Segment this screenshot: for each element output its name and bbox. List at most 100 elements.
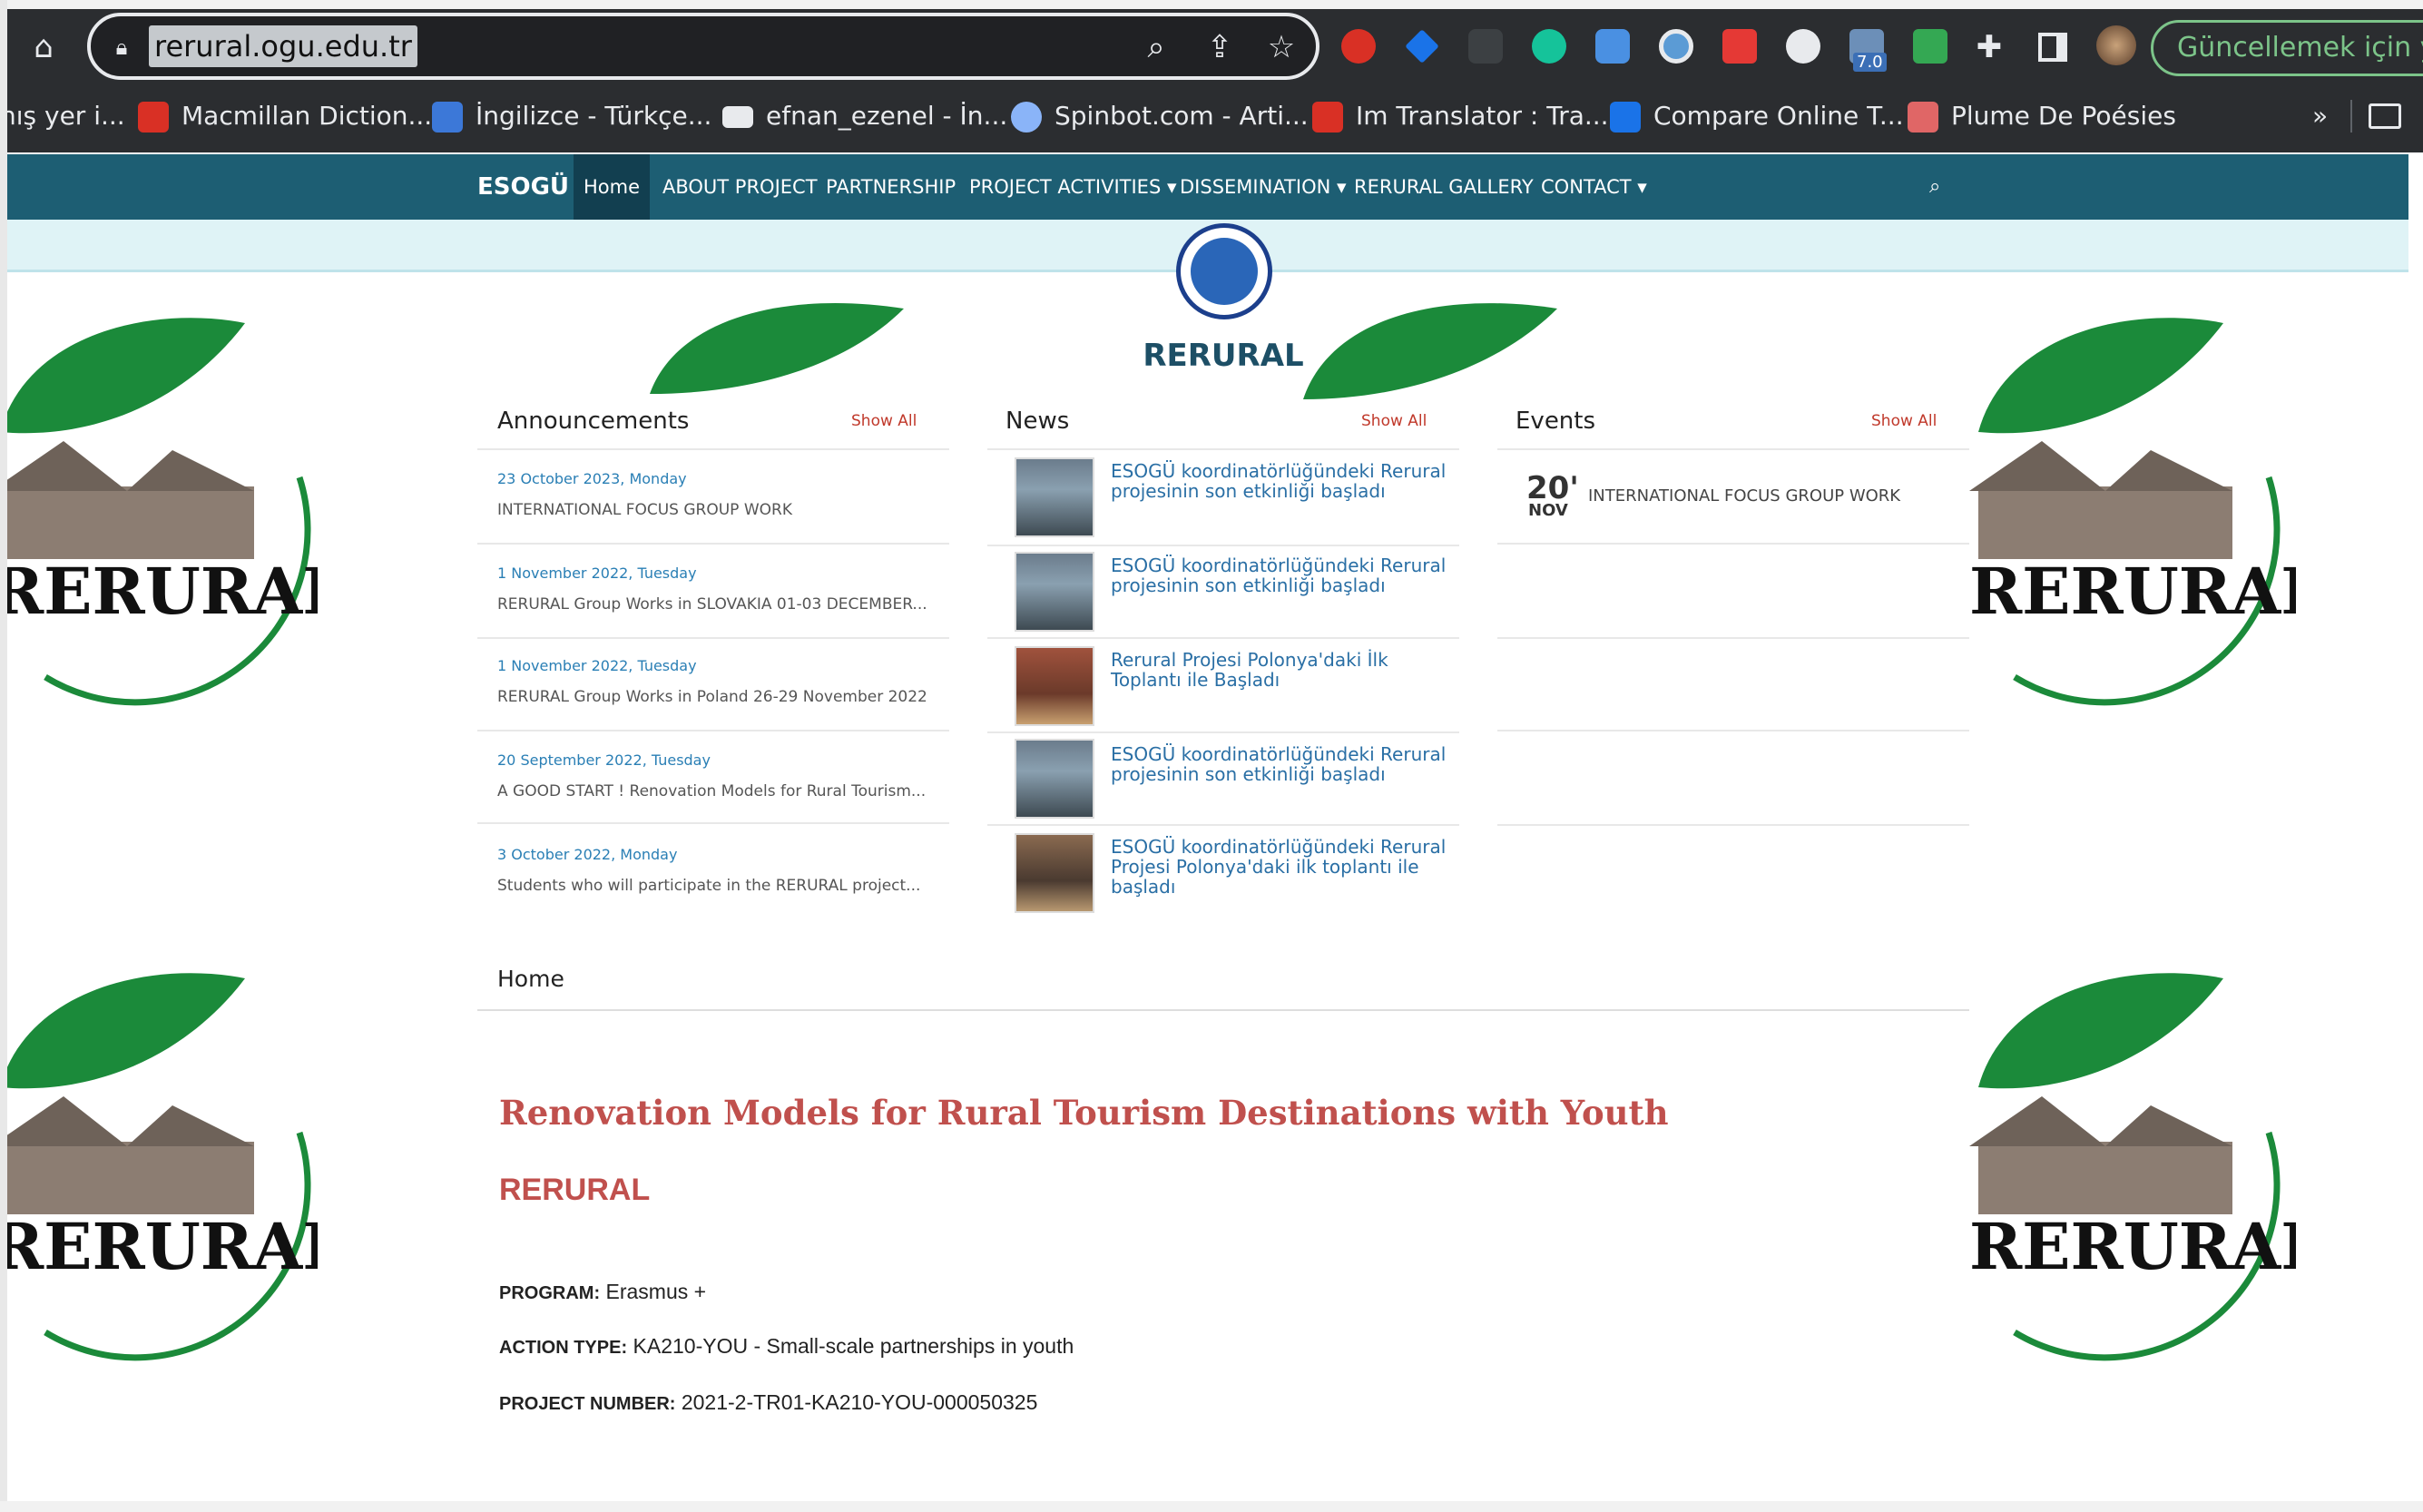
search-icon[interactable]: ⌕ xyxy=(1929,154,1940,220)
announcement-date: 1 November 2022, Tuesday xyxy=(497,657,697,674)
action-type-info: ACTION TYPE: KA210-YOU - Small-scale par… xyxy=(499,1334,1074,1359)
bookmarks-overflow-button[interactable]: » xyxy=(2312,94,2328,138)
extension-cloud-icon[interactable] xyxy=(1595,29,1630,64)
bookmark-label: Macmillan Diction... xyxy=(181,101,433,131)
window-edge xyxy=(0,0,7,1512)
extension-grammarly-icon[interactable] xyxy=(1532,29,1566,64)
extensions-puzzle-icon[interactable]: ✚ xyxy=(1969,29,2009,65)
news-thumbnail[interactable] xyxy=(1015,646,1094,726)
side-panel-icon[interactable] xyxy=(2038,33,2067,62)
update-chrome-button[interactable]: Güncellemek için ye xyxy=(2151,20,2423,76)
rerural-emblem: RERURAL xyxy=(0,318,318,706)
announcements-heading: Announcements xyxy=(497,407,690,435)
row-divider xyxy=(987,637,1459,639)
news-thumbnail[interactable] xyxy=(1015,739,1094,819)
event-link[interactable]: INTERNATIONAL FOCUS GROUP WORK xyxy=(1588,486,1900,506)
news-title-line: ESOGÜ koordinatörlüğündeki Rerural xyxy=(1111,743,1447,765)
announcement-date: 3 October 2022, Monday xyxy=(497,846,678,863)
bookmarks-divider xyxy=(2350,100,2352,133)
events-show-all-link[interactable]: Show All xyxy=(1871,403,1937,439)
card-icon xyxy=(722,106,753,128)
translator-icon xyxy=(1312,102,1343,133)
home-icon[interactable]: ⌂ xyxy=(24,29,64,65)
share-icon[interactable]: ⇪ xyxy=(1200,29,1240,65)
project-number-info: PROJECT NUMBER: 2021-2-TR01-KA210-YOU-00… xyxy=(499,1390,1037,1415)
announcement-link[interactable]: RERURAL Group Works in SLOVAKIA 01-03 DE… xyxy=(497,595,927,614)
nav-about-project[interactable]: ABOUT PROJECT xyxy=(662,154,818,220)
leaf-decoration xyxy=(650,303,904,394)
leaf-shape xyxy=(1978,973,2223,1089)
announcement-date: 20 September 2022, Tuesday xyxy=(497,751,711,769)
bookmark-item[interactable]: nış yer i... xyxy=(0,94,125,138)
window-bottom-edge xyxy=(0,1501,2423,1512)
news-thumbnail[interactable] xyxy=(1015,457,1094,537)
zoom-icon[interactable]: ⌕ xyxy=(1136,29,1176,65)
news-title-line: projesinin son etkinliği başladı xyxy=(1111,574,1386,596)
extension-printer-icon[interactable] xyxy=(1913,29,1947,64)
bookmark-item[interactable]: efnan_ezenel - İn... xyxy=(722,94,1007,138)
lock-icon[interactable]: 🔒︎ xyxy=(102,29,142,65)
bookmark-star-icon[interactable]: ☆ xyxy=(1261,29,1301,65)
nav-project-activities[interactable]: PROJECT ACTIVITIES ▾ xyxy=(969,154,1177,220)
bookmark-item[interactable]: Spinbot.com - Arti... xyxy=(1011,94,1309,138)
news-title-line: projesinin son etkinliği başladı xyxy=(1111,480,1386,502)
news-link[interactable]: ESOGÜ koordinatörlüğündeki Rerural projes… xyxy=(1111,555,1446,595)
news-link[interactable]: ESOGÜ koordinatörlüğündeki Rerural Projes… xyxy=(1111,837,1446,897)
bookmark-item[interactable]: Plume De Poésies xyxy=(1908,94,2176,138)
bookmark-label: efnan_ezenel - İn... xyxy=(766,101,1008,131)
news-title-line: ESOGÜ koordinatörlüğündeki Rerural xyxy=(1111,836,1447,858)
announcement-link[interactable]: INTERNATIONAL FOCUS GROUP WORK xyxy=(497,501,792,519)
bookmark-item[interactable]: Im Translator : Tra... xyxy=(1312,94,1609,138)
rerural-emblem: RERURAL xyxy=(0,973,318,1361)
announcement-date: 1 November 2022, Tuesday xyxy=(497,565,697,582)
row-divider xyxy=(1497,543,1969,545)
nav-home[interactable]: Home xyxy=(574,154,650,220)
news-thumbnail[interactable] xyxy=(1015,552,1094,632)
news-title-line: Toplantı ile Başladı xyxy=(1111,669,1280,691)
nav-rerural-gallery[interactable]: RERURAL GALLERY xyxy=(1354,154,1534,220)
folder-icon[interactable] xyxy=(2369,103,2401,129)
news-thumbnail[interactable] xyxy=(1015,833,1094,913)
nav-dissemination[interactable]: DISSEMINATION ▾ xyxy=(1180,154,1347,220)
program-label: PROGRAM: xyxy=(499,1283,601,1303)
roof-shape xyxy=(1969,441,2232,491)
bookmark-item[interactable]: Macmillan Diction... xyxy=(138,94,432,138)
bookmark-item[interactable]: Compare Online T... xyxy=(1610,94,1904,138)
site-brand[interactable]: ESOGÜ xyxy=(477,154,569,220)
news-title-line: ESOGÜ koordinatörlüğündeki Rerural xyxy=(1111,555,1447,576)
nav-contact[interactable]: CONTACT ▾ xyxy=(1541,154,1647,220)
announcements-show-all-link[interactable]: Show All xyxy=(851,403,917,439)
news-show-all-link[interactable]: Show All xyxy=(1361,403,1427,439)
bicycle-icon xyxy=(1011,102,1042,133)
extension-wordpress-icon[interactable] xyxy=(1786,29,1820,64)
nav-partnership[interactable]: PARTNERSHIP xyxy=(826,154,956,220)
profile-avatar[interactable] xyxy=(2096,25,2136,65)
announcement-link[interactable]: RERURAL Group Works in Poland 26-29 Nove… xyxy=(497,688,927,706)
bookmark-label: Compare Online T... xyxy=(1653,101,1904,131)
leaf-shape xyxy=(1978,318,2223,434)
extension-wave-icon[interactable] xyxy=(1468,29,1503,64)
action-type-label: ACTION TYPE: xyxy=(499,1338,628,1358)
row-divider xyxy=(477,637,949,639)
news-link[interactable]: Rerural Projesi Polonya'daki İlk Toplantı… xyxy=(1111,650,1388,690)
news-link[interactable]: ESOGÜ koordinatörlüğündeki Rerural projes… xyxy=(1111,744,1446,784)
url-text[interactable]: rerural.ogu.edu.tr xyxy=(149,25,417,67)
roof-shape xyxy=(0,1096,254,1146)
panel-divider xyxy=(987,448,1459,450)
announcement-link[interactable]: A GOOD START ! Renovation Models for Rur… xyxy=(497,782,926,800)
news-title-line: projesinin son etkinliği başladı xyxy=(1111,763,1386,785)
row-divider xyxy=(477,730,949,731)
bookmark-label: İngilizce - Türkçe... xyxy=(476,101,712,131)
extension-m-icon[interactable] xyxy=(1722,29,1757,64)
project-title: Renovation Models for Rural Tourism Dest… xyxy=(499,1093,1669,1133)
bookmark-item[interactable]: İngilizce - Türkçe... xyxy=(432,94,711,138)
row-divider xyxy=(987,545,1459,546)
news-link[interactable]: ESOGÜ koordinatörlüğündeki Rerural projes… xyxy=(1111,461,1446,501)
leaf-shape xyxy=(0,318,245,434)
announcement-date: 23 October 2023, Monday xyxy=(497,470,687,487)
events-heading: Events xyxy=(1516,407,1596,435)
extension-t-icon[interactable] xyxy=(1341,29,1376,64)
announcement-link[interactable]: Students who will participate in the RER… xyxy=(497,877,920,895)
extension-compass-icon[interactable] xyxy=(1659,29,1693,64)
shield-icon xyxy=(1610,102,1641,133)
